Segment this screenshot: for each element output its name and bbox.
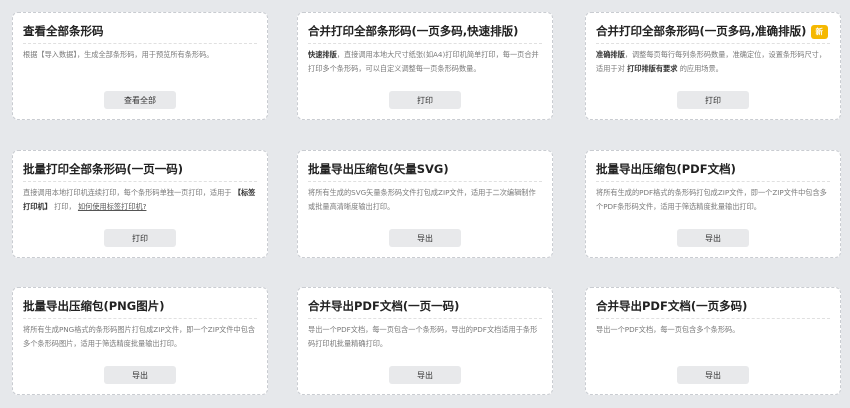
new-badge: 新	[810, 25, 828, 39]
card-description: 将所有生成的PDF格式的条形码打包成ZIP文件，即一个ZIP文件中包含多个PDF…	[596, 186, 830, 214]
print-single-button[interactable]: 打印	[104, 229, 176, 247]
card-desc-text: 根据【导入数据】，生成全部条形码，用于预览所有条形码。	[23, 50, 214, 59]
card-desc-text: 导出一个PDF文档，每一页包含多个条形码。	[596, 325, 740, 334]
card-title: 查看全部条形码	[23, 23, 257, 44]
label-printer-help-link[interactable]: 如何使用标签打印机?	[78, 202, 147, 211]
card-title: 合并打印全部条形码(一页多码,快速排版)	[308, 23, 542, 44]
card-title: 批量打印全部条形码(一页一码)	[23, 161, 257, 182]
card-desc-text: 将所有生成的PDF格式的条形码打包成ZIP文件，即一个ZIP文件中包含多个PDF…	[596, 188, 827, 211]
card-description: 导出一个PDF文档，每一页包含多个条形码。	[596, 323, 830, 351]
card-title: 批量导出压缩包(矢量SVG)	[308, 161, 542, 182]
view-all-button[interactable]: 查看全部	[104, 91, 176, 109]
card-desc-text: 将所有生成PNG格式的条形码图片打包成ZIP文件，即一个ZIP文件中包含多个条形…	[23, 325, 256, 348]
card-desc-tail: 的应用场景。	[679, 64, 723, 73]
card-merge-print-accurate: 合并打印全部条形码(一页多码,准确排版) 新 准确排版，调整每页每行每列条形码数…	[585, 12, 841, 120]
export-svg-button[interactable]: 导出	[389, 229, 461, 247]
card-desc-text: ，直接调用本地大尺寸纸张(如A4)打印机简单打印，每一页合并打印多个条形码，可以…	[308, 50, 539, 73]
card-merge-pdf-single: 合并导出PDF文档(一页一码) 导出一个PDF文档，每一页包含一个条形码，导出的…	[297, 287, 553, 395]
card-description: 根据【导入数据】，生成全部条形码，用于预览所有条形码。	[23, 48, 257, 76]
card-description: 直接调用本地打印机连续打印，每个条形码单独一页打印，适用于 【标签打印机】 打印…	[23, 186, 257, 214]
card-export-zip-svg: 批量导出压缩包(矢量SVG) 将所有生成的SVG矢量条形码文件打包成ZIP文件，…	[297, 150, 553, 258]
card-view-all: 查看全部条形码 根据【导入数据】，生成全部条形码，用于预览所有条形码。 查看全部	[12, 12, 268, 120]
card-title: 批量导出压缩包(PNG图片)	[23, 298, 257, 319]
card-description: 快速排版，直接调用本地大尺寸纸张(如A4)打印机简单打印，每一页合并打印多个条形…	[308, 48, 542, 76]
card-description: 导出一个PDF文档，每一页包含一个条形码，导出的PDF文档适用于条形码打印机批量…	[308, 323, 542, 351]
card-batch-print-single: 批量打印全部条形码(一页一码) 直接调用本地打印机连续打印，每个条形码单独一页打…	[12, 150, 268, 258]
card-description: 将所有生成PNG格式的条形码图片打包成ZIP文件，即一个ZIP文件中包含多个条形…	[23, 323, 257, 351]
card-title: 合并打印全部条形码(一页多码,准确排版)	[596, 23, 830, 44]
card-description: 将所有生成的SVG矢量条形码文件打包成ZIP文件，适用于二次编辑制作或批量高清晰…	[308, 186, 542, 214]
card-desc-text: 直接调用本地打印机连续打印，每个条形码单独一页打印，适用于	[23, 188, 232, 197]
card-desc-mid: 打印，	[54, 202, 76, 211]
card-description: 准确排版，调整每页每行每列条形码数量，准确定位，设置条形码尺寸，适用于对 打印排…	[596, 48, 830, 76]
card-title: 合并导出PDF文档(一页一码)	[308, 298, 542, 319]
export-pdf-single-button[interactable]: 导出	[389, 366, 461, 384]
card-export-zip-pdf: 批量导出压缩包(PDF文档) 将所有生成的PDF格式的条形码打包成ZIP文件，即…	[585, 150, 841, 258]
card-desc-text: 将所有生成的SVG矢量条形码文件打包成ZIP文件，适用于二次编辑制作或批量高清晰…	[308, 188, 536, 211]
card-desc-text: 导出一个PDF文档，每一页包含一个条形码，导出的PDF文档适用于条形码打印机批量…	[308, 325, 538, 348]
card-title: 合并导出PDF文档(一页多码)	[596, 298, 830, 319]
action-card-grid: 查看全部条形码 根据【导入数据】，生成全部条形码，用于预览所有条形码。 查看全部…	[0, 0, 850, 408]
card-merge-pdf-multi: 合并导出PDF文档(一页多码) 导出一个PDF文档，每一页包含多个条形码。 导出	[585, 287, 841, 395]
export-pdf-multi-button[interactable]: 导出	[677, 366, 749, 384]
card-desc-highlight: 快速排版	[308, 50, 337, 59]
export-png-button[interactable]: 导出	[104, 366, 176, 384]
card-desc-highlight-2: 打印排版有要求	[627, 64, 678, 73]
card-desc-highlight: 准确排版	[596, 50, 625, 59]
card-title: 批量导出压缩包(PDF文档)	[596, 161, 830, 182]
export-zip-pdf-button[interactable]: 导出	[677, 229, 749, 247]
card-merge-print-fast: 合并打印全部条形码(一页多码,快速排版) 快速排版，直接调用本地大尺寸纸张(如A…	[297, 12, 553, 120]
card-export-zip-png: 批量导出压缩包(PNG图片) 将所有生成PNG格式的条形码图片打包成ZIP文件，…	[12, 287, 268, 395]
print-accurate-button[interactable]: 打印	[677, 91, 749, 109]
print-fast-button[interactable]: 打印	[389, 91, 461, 109]
